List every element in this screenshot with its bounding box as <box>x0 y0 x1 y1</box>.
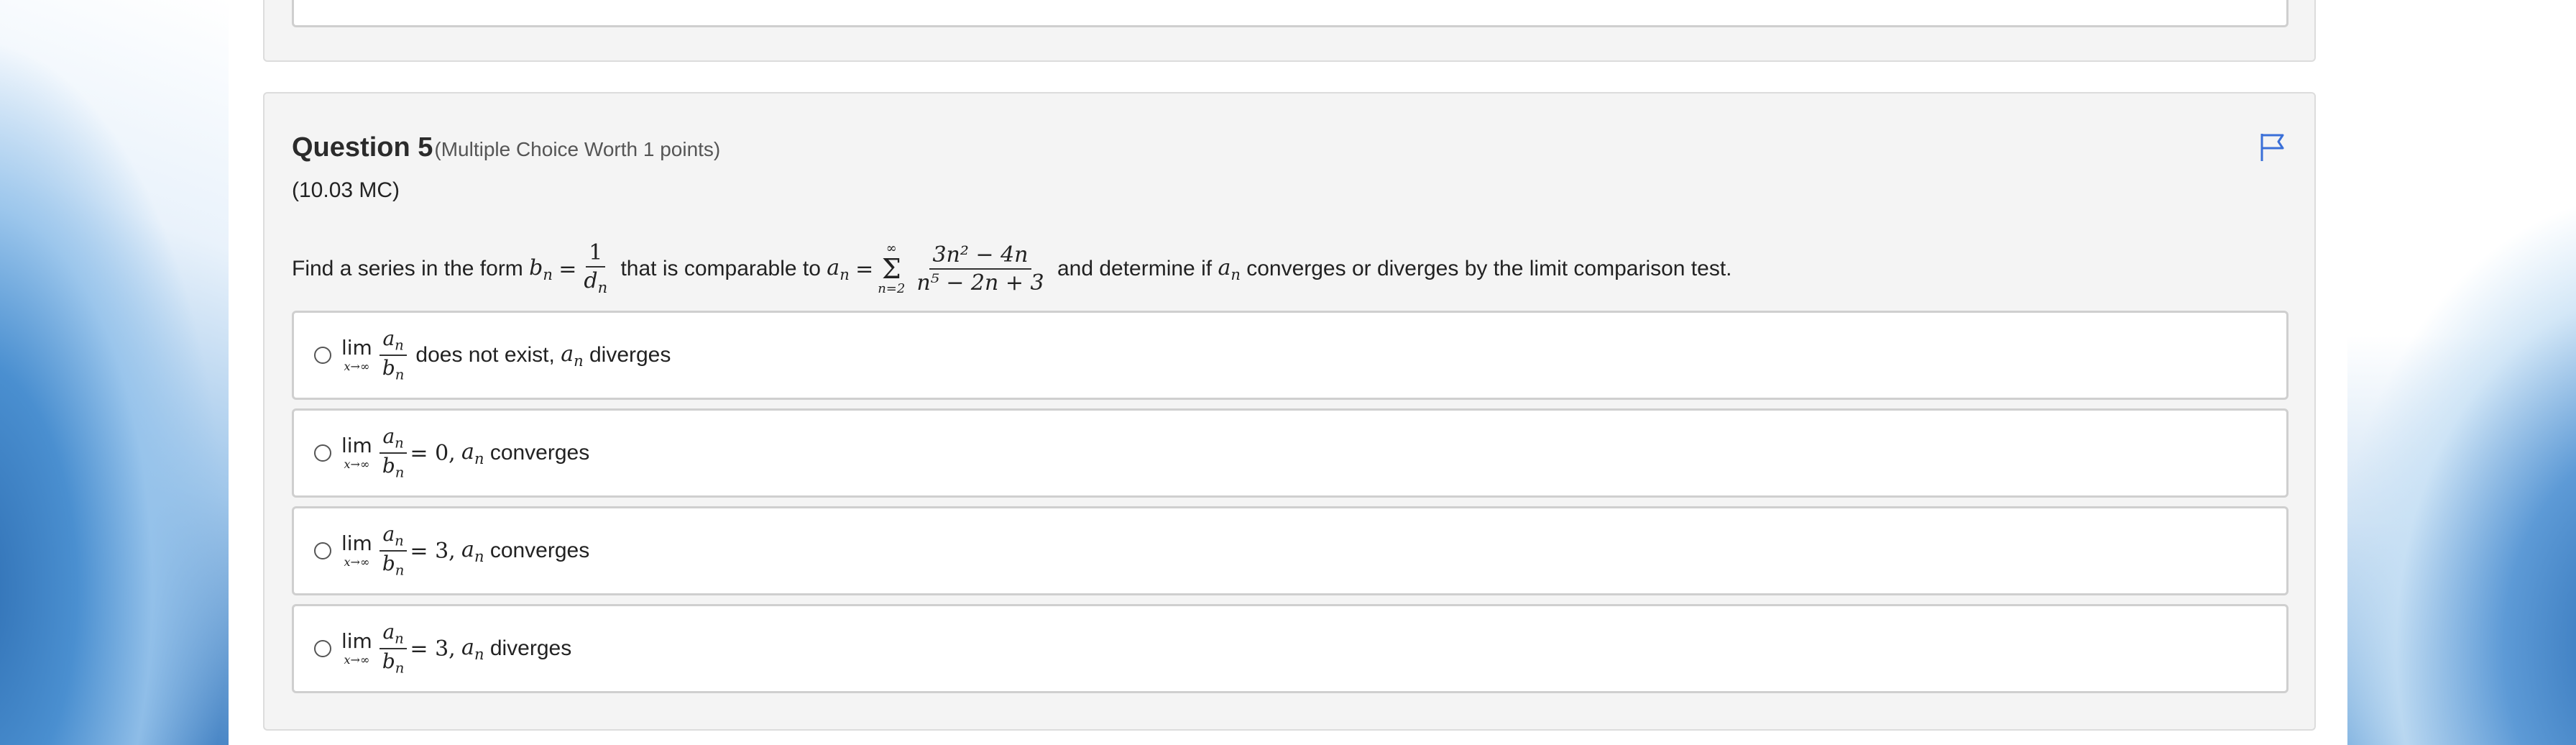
answer-choice-1[interactable]: lim x→∞ an bn does not exist, an diverge… <box>292 311 2288 400</box>
equals-sign: = <box>558 256 577 282</box>
choice-equals: = 3, <box>410 636 456 662</box>
question-header: Question 5 (Multiple Choice Worth 1 poin… <box>292 132 720 163</box>
choice-an: an <box>461 439 484 467</box>
choice-an: an <box>461 536 484 565</box>
choice-verdict: converges <box>489 539 590 562</box>
choice-an: an <box>461 634 484 663</box>
an-symbol: an <box>827 255 850 283</box>
previous-answer-option[interactable]: n⁵ <box>292 0 2288 27</box>
ratio-fraction: an bn <box>380 523 408 578</box>
answer-choice-2[interactable]: lim x→∞ an bn = 0, an converges <box>292 408 2288 498</box>
question-meta: (Multiple Choice Worth 1 points) <box>434 138 721 160</box>
page-content: n⁵ Question 5 (Multiple Choice Worth 1 p… <box>229 0 2347 745</box>
an-symbol-2: an <box>1218 255 1241 283</box>
question-prompt: Find a series in the form bn = 1 dn that… <box>292 234 1732 303</box>
limit-expression: lim x→∞ <box>341 434 372 471</box>
answer-choice-4[interactable]: lim x→∞ an bn = 3, an diverges <box>292 604 2288 693</box>
prompt-tail-1: and determine if <box>1057 257 1213 280</box>
choice-equals: = 0, <box>410 440 456 466</box>
bn-fraction: 1 dn <box>584 240 608 297</box>
prompt-lead: Find a series in the form <box>292 257 523 280</box>
radio-button[interactable] <box>314 347 331 364</box>
choice-equals: = 3, <box>410 538 456 564</box>
ratio-fraction: an bn <box>380 621 408 676</box>
choice-an: an <box>561 341 584 370</box>
prompt-tail-2: converges or diverges by the limit compa… <box>1246 257 1732 280</box>
limit-expression: lim x→∞ <box>341 629 372 667</box>
prompt-mid: that is comparable to <box>620 257 821 280</box>
previous-question-card: n⁵ <box>263 0 2316 62</box>
summation: ∞ Σ n=2 <box>878 241 906 296</box>
choice-verdict: diverges <box>489 636 572 660</box>
background-left-decoration <box>0 0 230 745</box>
choice-verdict: converges <box>489 441 590 465</box>
equals-sign-2: = <box>855 256 874 282</box>
radio-button[interactable] <box>314 444 331 462</box>
question-title: Question 5 <box>292 132 433 163</box>
ratio-fraction: an bn <box>380 327 408 383</box>
background-right-decoration <box>2346 0 2576 745</box>
question-code: (10.03 MC) <box>292 178 400 202</box>
radio-button[interactable] <box>314 640 331 657</box>
question-card: Question 5 (Multiple Choice Worth 1 poin… <box>263 92 2316 731</box>
ratio-fraction: an bn <box>380 425 408 480</box>
answer-choice-3[interactable]: lim x→∞ an bn = 3, an converges <box>292 506 2288 595</box>
choice-text: does not exist, <box>415 343 555 367</box>
radio-button[interactable] <box>314 542 331 559</box>
series-fraction: 3n² − 4n n⁵ − 2n + 3 <box>916 242 1044 296</box>
limit-expression: lim x→∞ <box>341 336 372 373</box>
limit-expression: lim x→∞ <box>341 531 372 569</box>
previous-answer-fragment: n⁵ <box>373 0 395 5</box>
bn-symbol: bn <box>529 255 553 283</box>
flag-icon[interactable] <box>2258 131 2287 163</box>
choice-verdict: diverges <box>589 343 671 367</box>
